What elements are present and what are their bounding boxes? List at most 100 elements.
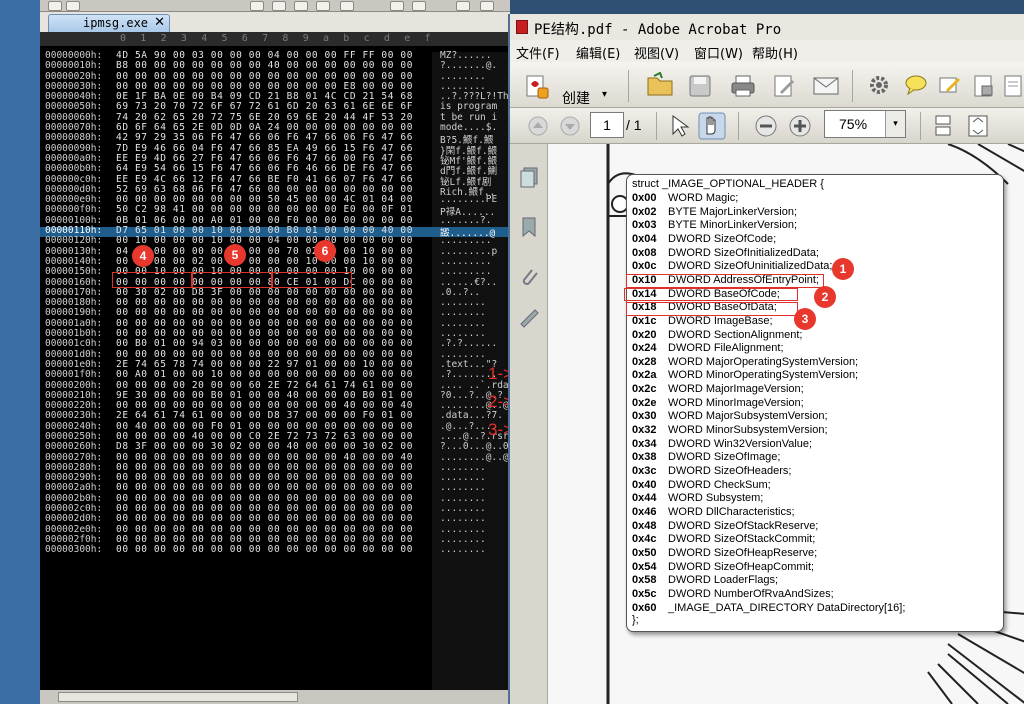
toolbar-print-icon[interactable] bbox=[250, 1, 264, 11]
page-total: / 1 bbox=[626, 117, 642, 133]
main-toolbar: 创建 ▾ bbox=[510, 62, 1024, 108]
struct-field-declaration: DWORD SizeOfUninitializedData; bbox=[668, 260, 833, 273]
attachments-panel-icon[interactable] bbox=[518, 266, 540, 288]
separator bbox=[628, 70, 629, 102]
menu-window[interactable]: 窗口(W) bbox=[694, 43, 743, 62]
column-header-c: c bbox=[363, 33, 370, 44]
save-icon[interactable] bbox=[688, 74, 712, 98]
struct-field-offset: 0x34 bbox=[632, 437, 657, 450]
gear-icon[interactable] bbox=[868, 74, 890, 96]
zoom-in-icon[interactable] bbox=[788, 114, 812, 138]
pages-panel-icon[interactable] bbox=[518, 166, 540, 188]
struct-field: 0x2a WORD MinorOperatingSystemVersion; bbox=[632, 369, 858, 381]
struct-field-offset: 0x03 bbox=[632, 219, 657, 232]
column-header-2: 2 bbox=[160, 33, 167, 44]
secure-document-icon[interactable] bbox=[972, 74, 996, 98]
struct-header: struct _IMAGE_OPTIONAL_HEADER { bbox=[632, 178, 824, 190]
toolbar-ascii-icon[interactable] bbox=[316, 1, 330, 11]
menu-view[interactable]: 视图(V) bbox=[634, 43, 679, 62]
highlight-box-field-0x14 bbox=[624, 288, 798, 301]
scrolling-mode-icon[interactable] bbox=[932, 114, 954, 138]
struct-field-declaration: DWORD SizeOfHeapCommit; bbox=[668, 560, 815, 573]
comment-icon[interactable] bbox=[904, 74, 928, 96]
scrollbar-thumb[interactable] bbox=[58, 692, 298, 702]
hex-row[interactable]: 00000300h: 00 00 00 00 00 00 00 00 00 00 … bbox=[40, 544, 510, 556]
zoom-out-icon[interactable] bbox=[754, 114, 778, 138]
struct-field-declaration: DWORD CheckSum; bbox=[668, 478, 771, 491]
email-icon[interactable] bbox=[812, 76, 840, 96]
toolbar-column-icon[interactable] bbox=[390, 1, 404, 11]
struct-field-declaration: WORD DllCharacteristics; bbox=[668, 505, 795, 518]
bookmarks-panel-icon[interactable] bbox=[518, 216, 540, 238]
close-icon[interactable]: ✕ bbox=[154, 15, 165, 30]
select-arrow-icon[interactable] bbox=[668, 114, 690, 138]
struct-field-offset: 0x04 bbox=[632, 232, 657, 245]
struct-field-declaration: DWORD SizeOfInitializedData; bbox=[668, 246, 819, 259]
menu-file[interactable]: 文件(F) bbox=[516, 43, 560, 62]
struct-field-offset: 0x50 bbox=[632, 546, 657, 559]
toolbar-find-icon[interactable] bbox=[272, 1, 286, 11]
struct-field-offset: 0x2e bbox=[632, 396, 657, 409]
struct-field-offset: 0x3c bbox=[632, 465, 657, 477]
struct-field-declaration: DWORD SizeOfImage; bbox=[668, 451, 781, 464]
struct-field-offset: 0x40 bbox=[632, 478, 657, 491]
struct-field-declaration: DWORD SizeOfStackReserve; bbox=[668, 519, 819, 532]
toolbar-window-icon[interactable] bbox=[456, 1, 470, 11]
open-folder-icon[interactable] bbox=[646, 72, 674, 98]
struct-field: 0x50 DWORD SizeOfHeapReserve; bbox=[632, 547, 817, 559]
print-icon[interactable] bbox=[730, 74, 756, 98]
struct-field: 0x4c DWORD SizeOfStackCommit; bbox=[632, 533, 815, 545]
struct-field-offset: 0x44 bbox=[632, 492, 657, 505]
struct-field-declaration: DWORD SectionAlignment; bbox=[668, 328, 803, 341]
fit-page-icon[interactable] bbox=[966, 114, 990, 138]
separator bbox=[852, 70, 853, 102]
zoom-select[interactable]: 75% ▾ bbox=[824, 110, 906, 138]
window-title: PE结构.pdf - Adobe Acrobat Pro bbox=[534, 22, 782, 38]
edit-document-icon[interactable] bbox=[772, 74, 796, 98]
struct-field: 0x38 DWORD SizeOfImage; bbox=[632, 451, 780, 463]
struct-field-declaration: WORD Magic; bbox=[668, 192, 739, 204]
hex-row-bytes: 00 00 00 00 00 00 00 00 00 00 00 00 00 0… bbox=[116, 544, 414, 556]
column-header-6: 6 bbox=[241, 33, 248, 44]
struct-field-offset: 0x38 bbox=[632, 451, 657, 464]
file-tab[interactable]: ipmsg.exe ✕ bbox=[48, 14, 170, 32]
toolbar-redo-icon[interactable] bbox=[66, 1, 80, 11]
previous-page-icon[interactable] bbox=[528, 116, 548, 136]
struct-field: 0x58 DWORD LoaderFlags; bbox=[632, 574, 778, 586]
next-page-icon[interactable] bbox=[560, 116, 580, 136]
struct-field-declaration: DWORD FileAlignment; bbox=[668, 342, 784, 355]
chevron-down-icon[interactable]: ▾ bbox=[885, 111, 905, 137]
forms-icon[interactable] bbox=[1002, 74, 1024, 98]
toolbar-grid-icon[interactable] bbox=[412, 1, 426, 11]
struct-field-declaration: DWORD SizeOfHeaders; bbox=[668, 465, 792, 477]
page-number-input[interactable]: 1 bbox=[590, 112, 624, 138]
hex-rows[interactable]: 00000000h: 4D 5A 90 00 03 00 00 00 04 00 … bbox=[40, 50, 510, 557]
chevron-down-icon[interactable]: ▾ bbox=[602, 89, 607, 100]
signatures-panel-icon[interactable] bbox=[518, 306, 540, 328]
struct-field-offset: 0x2c bbox=[632, 383, 657, 396]
horizontal-scrollbar[interactable] bbox=[40, 690, 510, 704]
marker-1: 1 bbox=[832, 258, 854, 280]
toolbar-hex-icon[interactable] bbox=[294, 1, 308, 11]
desktop-strip bbox=[0, 0, 40, 704]
create-button-label[interactable]: 创建 bbox=[562, 88, 590, 108]
struct-field-declaration: WORD MinorSubsystemVersion; bbox=[668, 424, 828, 437]
struct-field-declaration: DWORD NumberOfRvaAndSizes; bbox=[668, 587, 834, 600]
create-pdf-icon[interactable] bbox=[524, 74, 550, 100]
hex-column-header: 0 1 2 3 4 5 6 7 8 9 a b c d e f bbox=[40, 32, 510, 46]
sign-icon[interactable] bbox=[938, 74, 962, 96]
struct-field-offset: 0x08 bbox=[632, 246, 657, 259]
struct-field: 0x32 WORD MinorSubsystemVersion; bbox=[632, 424, 828, 436]
hand-tool-icon[interactable] bbox=[698, 112, 726, 140]
column-header-7: 7 bbox=[262, 33, 269, 44]
highlight-box-entry-point bbox=[112, 272, 192, 288]
struct-field-declaration: DWORD Win32VersionValue; bbox=[668, 437, 813, 450]
menu-edit[interactable]: 编辑(E) bbox=[576, 43, 620, 62]
struct-field-declaration: WORD MinorOperatingSystemVersion; bbox=[668, 369, 859, 382]
struct-field-offset: 0x32 bbox=[632, 424, 657, 437]
toolbar-view-icon[interactable] bbox=[340, 1, 354, 11]
toolbar-undo-icon[interactable] bbox=[48, 1, 62, 11]
menu-help[interactable]: 帮助(H) bbox=[752, 43, 798, 62]
struct-field: 0x2e WORD MinorImageVersion; bbox=[632, 397, 804, 409]
toolbar-help-icon[interactable] bbox=[480, 1, 494, 11]
